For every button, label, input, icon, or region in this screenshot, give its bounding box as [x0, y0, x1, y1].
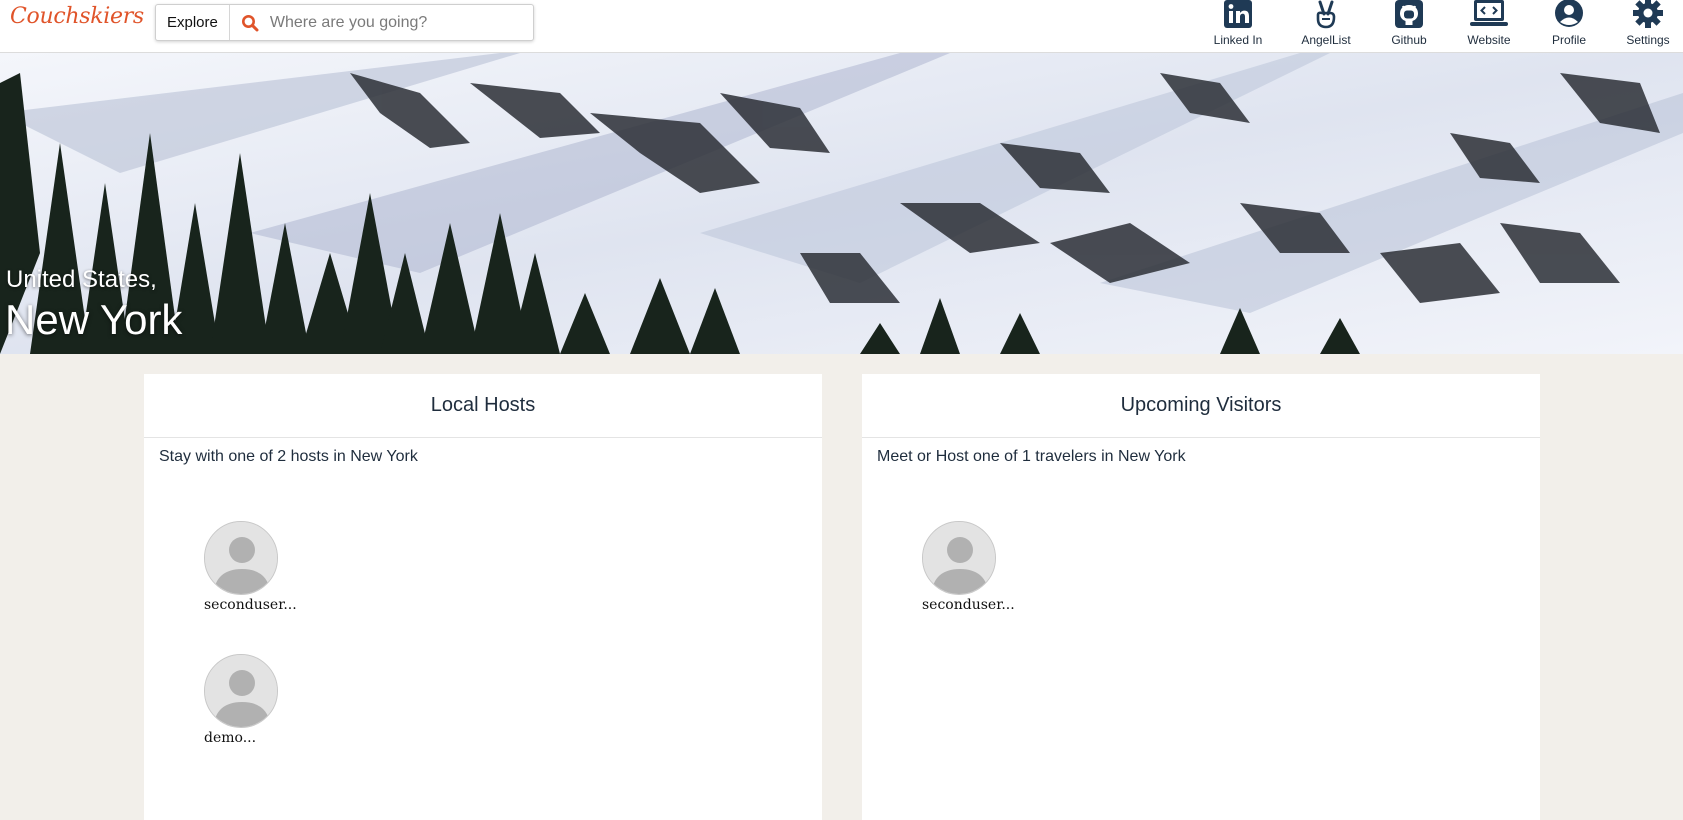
visitor-card[interactable]: seconduser...	[922, 521, 1032, 613]
panel-title: Local Hosts	[144, 374, 822, 438]
nav-linkedin[interactable]: Linked In	[1203, 0, 1273, 53]
nav-label: AngelList	[1301, 33, 1351, 47]
gear-icon	[1632, 0, 1664, 30]
default-user-icon	[205, 522, 277, 594]
top-header: Couchskiers Explore Linked In	[0, 0, 1683, 53]
panel-title: Upcoming Visitors	[862, 374, 1540, 438]
avatar[interactable]	[922, 521, 996, 595]
nav-label: Settings	[1626, 33, 1670, 47]
nav-label: Github	[1391, 33, 1427, 47]
default-user-icon	[923, 522, 995, 594]
default-user-icon	[205, 655, 277, 727]
linkedin-icon	[1222, 0, 1254, 30]
panel-subtitle: Stay with one of 2 hosts in New York	[159, 448, 418, 465]
nav-label: Website	[1467, 33, 1511, 47]
upcoming-visitors-panel: Upcoming Visitors Meet or Host one of 1 …	[862, 374, 1540, 820]
hero-banner: United States, New York	[0, 53, 1683, 354]
nav-website[interactable]: Website	[1454, 0, 1524, 53]
angellist-icon	[1310, 0, 1342, 30]
mountain-photo	[0, 53, 1683, 354]
nav-label: Linked In	[1213, 33, 1263, 47]
brand-logo[interactable]: Couchskiers	[10, 4, 144, 29]
user-circle-icon	[1553, 0, 1585, 30]
host-card[interactable]: demo...	[204, 654, 314, 746]
host-card[interactable]: seconduser...	[204, 521, 314, 613]
hero-country: United States,	[6, 266, 157, 293]
github-icon	[1393, 0, 1425, 30]
nav-settings[interactable]: Settings	[1613, 0, 1683, 53]
explore-button[interactable]: Explore	[156, 5, 230, 40]
nav-github[interactable]: Github	[1374, 0, 1444, 53]
nav-angellist[interactable]: AngelList	[1291, 0, 1361, 53]
nav-profile[interactable]: Profile	[1534, 0, 1604, 53]
local-hosts-panel: Local Hosts Stay with one of 2 hosts in …	[144, 374, 822, 820]
hero-city: New York	[5, 296, 183, 343]
laptop-code-icon	[1469, 0, 1509, 30]
avatar[interactable]	[204, 521, 278, 595]
search-icon	[241, 14, 259, 32]
host-name[interactable]: demo...	[204, 730, 314, 746]
search-bar: Explore	[155, 4, 534, 41]
search-input[interactable]	[267, 12, 533, 33]
avatar[interactable]	[204, 654, 278, 728]
visitor-name[interactable]: seconduser...	[922, 597, 1032, 613]
host-name[interactable]: seconduser...	[204, 597, 314, 613]
panel-subtitle: Meet or Host one of 1 travelers in New Y…	[877, 448, 1186, 465]
nav-label: Profile	[1551, 33, 1586, 47]
